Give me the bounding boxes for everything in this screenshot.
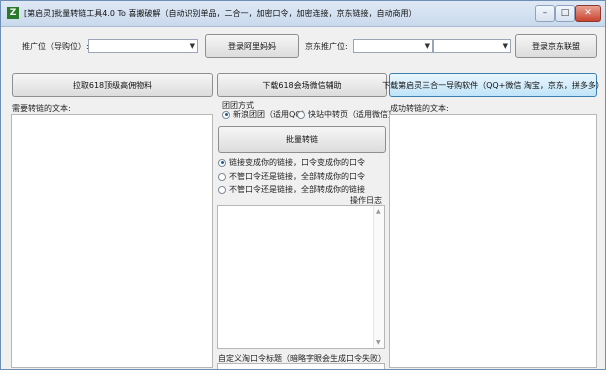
radio-unselected-icon — [218, 185, 226, 194]
log-scrollbar[interactable]: ▲ ▼ — [373, 206, 384, 348]
radio-unselected-icon — [218, 172, 226, 181]
custom-title-input[interactable] — [217, 363, 385, 369]
download-three-in-one-button[interactable]: 下载第启灵三合一导购软件（QQ+微信 淘宝，京东，拼多多） — [382, 73, 604, 97]
scroll-down-icon[interactable]: ▼ — [376, 339, 381, 346]
chevron-down-icon: ▼ — [189, 42, 195, 50]
radio-kuaizhan[interactable]: 快站中转页（适用微信） — [297, 109, 396, 120]
promo-position-label: 推广位（导购位）: — [22, 42, 89, 51]
chevron-down-icon: ▼ — [424, 42, 430, 50]
option-replace-both[interactable]: 链接变成你的链接，口令变成你的口令 — [218, 157, 365, 168]
option-all-to-code[interactable]: 不管口令还是链接，全部转成你的口令 — [218, 171, 365, 182]
maximize-button[interactable]: □ — [555, 5, 575, 22]
jd-promo-select-2[interactable]: ▼ — [433, 39, 511, 53]
title-bar: Z [第启灵]批量转链工具4.0 To 喜搬破解（自动识别单品，二合一，加密口令… — [1, 1, 605, 27]
login-alimama-button[interactable]: 登录阿里妈妈 — [205, 34, 299, 58]
result-text-area[interactable] — [389, 114, 597, 368]
close-button[interactable]: ✕ — [575, 5, 601, 22]
radio-unselected-icon — [297, 110, 305, 119]
result-text-label: 成功转链的文本: — [390, 104, 449, 113]
promo-position-select[interactable]: ▼ — [88, 39, 198, 53]
window-title: [第启灵]批量转链工具4.0 To 喜搬破解（自动识别单品，二合一，加密口令，加… — [24, 9, 417, 18]
minimize-button[interactable]: – — [535, 5, 555, 22]
login-jd-button[interactable]: 登录京东联盟 — [515, 34, 597, 58]
chevron-down-icon: ▼ — [502, 42, 508, 50]
batch-convert-button[interactable]: 批量转链 — [218, 126, 386, 153]
operation-log-area[interactable]: ▲ ▼ — [217, 205, 385, 349]
radio-selected-icon — [222, 110, 230, 119]
app-window: Z [第启灵]批量转链工具4.0 To 喜搬破解（自动识别单品，二合一，加密口令… — [0, 0, 606, 370]
app-icon: Z — [7, 7, 19, 19]
pull-materials-button[interactable]: 拉取618顶级高佣物料 — [12, 73, 213, 97]
source-text-area[interactable] — [11, 114, 213, 368]
radio-selected-icon — [218, 158, 226, 167]
jd-promo-label: 京东推广位: — [305, 42, 348, 51]
jd-promo-select-1[interactable]: ▼ — [353, 39, 433, 53]
source-text-label: 需要转链的文本: — [12, 104, 71, 113]
scroll-up-icon[interactable]: ▲ — [376, 208, 381, 215]
option-all-to-link[interactable]: 不管口令还是链接，全部转成你的链接 — [218, 184, 365, 195]
download-assist-button[interactable]: 下载618会场微信辅助 — [217, 73, 387, 97]
